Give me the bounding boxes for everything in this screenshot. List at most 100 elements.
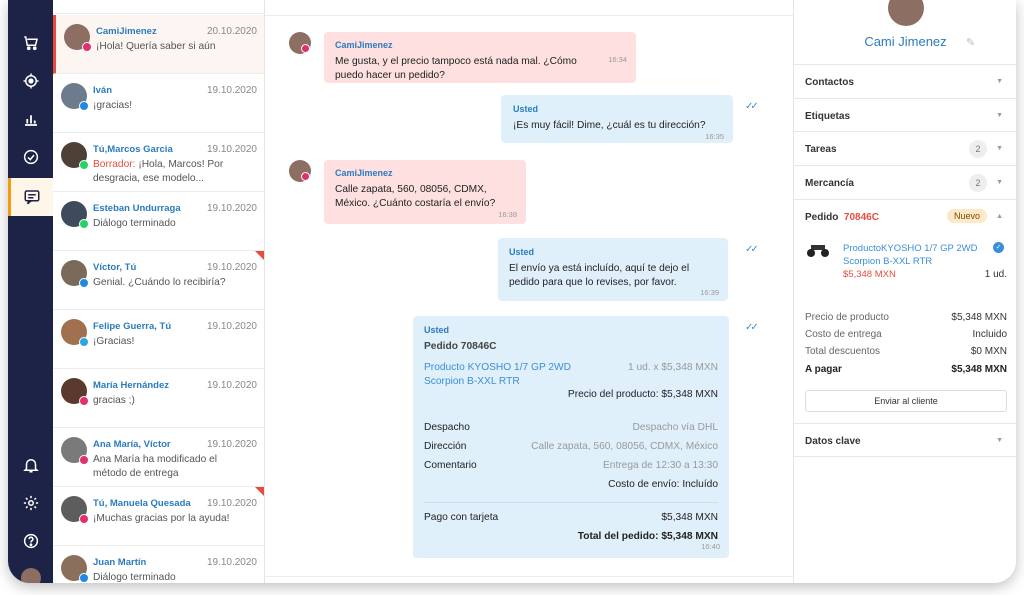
conversation-preview: Ana María ha modificado el método de ent… xyxy=(93,453,253,481)
order-payment-label: Pago con tarjeta xyxy=(424,512,499,523)
conversation-item[interactable]: Felipe Guerra, Tú 19.10.2020 ¡Gracias! xyxy=(53,310,264,369)
conversation-date: 19.10.2020 xyxy=(206,380,257,391)
section-tasks[interactable]: Tareas 2 ▼ xyxy=(794,131,1016,165)
preview-text: Genial. ¿Cuándo lo recibiría? xyxy=(93,277,226,288)
total-row: Costo de entrega Incluido xyxy=(805,329,1007,340)
conversation-date: 19.10.2020 xyxy=(206,85,257,96)
section-title: Datos clave xyxy=(805,436,861,447)
gear-icon[interactable] xyxy=(8,484,53,522)
conversation-item[interactable]: María Hernández 19.10.2020 gracias ;) xyxy=(53,369,264,428)
count-badge: 2 xyxy=(969,140,987,158)
order-shipping-value: Despacho vía DHL xyxy=(632,422,718,433)
message-time: 16:40 xyxy=(701,542,720,551)
conversation-preview: Diálogo terminado xyxy=(93,217,253,231)
conversation-date: 19.10.2020 xyxy=(206,144,257,155)
section-key-data[interactable]: Datos clave ▼ xyxy=(794,423,1016,457)
conversation-item[interactable]: Víctor, Tú 19.10.2020 Genial. ¿Cuándo lo r… xyxy=(53,251,264,310)
help-icon[interactable] xyxy=(8,522,53,560)
chat-icon[interactable] xyxy=(8,178,53,216)
cart-icon[interactable] xyxy=(8,24,53,62)
order-code: 70846C xyxy=(843,212,879,223)
conversation-date: 19.10.2020 xyxy=(206,557,257,568)
conversation-date: 19.10.2020 xyxy=(206,262,257,273)
conversation-item[interactable]: Esteban Undurraga 19.10.2020 Diálogo termi… xyxy=(53,192,264,251)
whatsapp-icon xyxy=(79,160,89,170)
total-label: Costo de entrega xyxy=(805,329,882,340)
conversation-item[interactable]: CamiJimenez 20.10.2020 ¡Hola! Quería saber… xyxy=(53,15,264,74)
section-contacts[interactable]: Contactos ▼ xyxy=(794,64,1016,98)
conversation-item[interactable]: Tú, Manuela Quesada 19.10.2020 ¡Muchas gra… xyxy=(53,487,264,546)
conversation-item[interactable]: Ana María, Víctor 19.10.2020 Ana María ha … xyxy=(53,428,264,487)
total-row: Total descuentos $0 MXN xyxy=(805,346,1007,357)
conversation-name: Ana María, Víctor xyxy=(93,439,171,450)
chart-icon[interactable] xyxy=(8,100,53,138)
total-value: $0 MXN xyxy=(970,346,1007,357)
chevron-up-icon[interactable]: ▲ xyxy=(996,213,1003,220)
list-search-bar[interactable] xyxy=(53,0,264,14)
conversation-name: Víctor, Tú xyxy=(93,262,137,273)
bell-icon[interactable] xyxy=(8,446,53,484)
section-tags[interactable]: Etiquetas ▼ xyxy=(794,98,1016,132)
order-shipping-cost: Costo de envío: Incluído xyxy=(608,479,718,490)
edit-icon[interactable]: ✎ xyxy=(966,36,975,49)
chat-search-bar[interactable] xyxy=(265,0,793,16)
send-to-client-button[interactable]: Enviar al cliente xyxy=(805,390,1007,412)
order-address-label: Dirección xyxy=(424,441,467,452)
count-badge: 2 xyxy=(969,174,987,192)
conversation-name: CamiJimenez xyxy=(96,26,157,37)
preview-text: Diálogo terminado xyxy=(93,218,176,229)
conversation-date: 19.10.2020 xyxy=(206,439,257,450)
section-title: Tareas xyxy=(805,144,837,155)
total-row: Precio de producto $5,348 MXN xyxy=(805,312,1007,323)
conversation-preview: ¡Muchas gracias por la ayuda! xyxy=(93,512,253,526)
message-input-bar[interactable] xyxy=(265,576,793,583)
section-goods[interactable]: Mercancía 2 ▼ xyxy=(794,165,1016,199)
message-author: Usted xyxy=(424,325,450,335)
status-badge: Nuevo xyxy=(946,209,987,223)
chevron-down-icon: ▼ xyxy=(996,78,1003,85)
conversation-name: Tú, Manuela Quesada xyxy=(93,498,191,509)
message-text: ¡Es muy fácil! Dime, ¿cuál es tu direcci… xyxy=(513,120,706,131)
instagram-icon xyxy=(301,44,310,53)
conversation-name: María Hernández xyxy=(93,380,170,391)
avatar xyxy=(289,32,311,54)
total-value: Incluido xyxy=(972,329,1007,340)
message-text: Calle zapata, 560, 08056, CDMX, México. … xyxy=(335,184,496,209)
order-product-link[interactable]: Producto KYOSHO 1/7 GP 2WD Scorpion B-XX… xyxy=(424,361,599,389)
main-nav xyxy=(8,0,53,583)
chat-area: CamiJimenez Me gusta, y el precio tampoc… xyxy=(265,0,793,583)
order-qty-price: 1 ud. x $5,348 MXN xyxy=(627,362,718,373)
order-comment-label: Comentario xyxy=(424,460,477,471)
read-receipt-icon: ✓✓ xyxy=(745,101,759,112)
contact-avatar xyxy=(888,0,924,26)
contact-panel: Cami Jimenez ✎ Contactos ▼ Etiquetas ▼ T… xyxy=(793,0,1016,583)
conversation-date: 19.10.2020 xyxy=(206,321,257,332)
section-title[interactable]: Pedido 70846C xyxy=(805,212,879,223)
conversation-item[interactable]: Iván 19.10.2020 ¡gracias! xyxy=(53,74,264,133)
flag-icon xyxy=(255,251,264,261)
order-label: Pedido xyxy=(805,212,839,223)
divider xyxy=(424,502,718,503)
check-circle-icon[interactable] xyxy=(8,138,53,176)
order-address-value: Calle zapata, 560, 08056, CDMX, México xyxy=(531,441,718,452)
conversation-date: 19.10.2020 xyxy=(206,498,257,509)
product-link[interactable]: ProductoKYOSHO 1/7 GP 2WD Scorpion B-XXL… xyxy=(843,242,983,268)
message-bubble: CamiJimenez Me gusta, y el precio tampoc… xyxy=(324,32,636,83)
conversation-preview: ¡Hola! Quería saber si aún xyxy=(96,40,256,54)
order-message: Usted Pedido 70846C Producto KYOSHO 1/7 … xyxy=(413,316,729,558)
conversation-item[interactable]: Tú,Marcos Garcia 19.10.2020 Borrador: ¡Hol… xyxy=(53,133,264,192)
telegram-icon xyxy=(79,337,89,347)
product-price: $5,348 MXN xyxy=(843,269,896,280)
message-bubble: CamiJimenez Calle zapata, 560, 08056, CD… xyxy=(324,160,526,224)
target-icon[interactable] xyxy=(8,62,53,100)
conversation-item[interactable]: Juan Martín 19.10.2020 Diálogo terminado xyxy=(53,546,264,583)
section-title: Etiquetas xyxy=(805,111,851,122)
preview-text: Diálogo terminado xyxy=(93,572,176,583)
conversation-list: CamiJimenez 20.10.2020 ¡Hola! Quería saber… xyxy=(53,0,265,583)
message-time: 16:38 xyxy=(498,210,517,219)
user-avatar[interactable] xyxy=(21,568,41,583)
total-label: Total descuentos xyxy=(805,346,881,357)
message-text: Me gusta, y el precio tampoco está nada … xyxy=(335,56,577,81)
chevron-down-icon: ▼ xyxy=(996,437,1003,444)
order-total: Total del pedido: $5,348 MXN xyxy=(577,531,718,542)
